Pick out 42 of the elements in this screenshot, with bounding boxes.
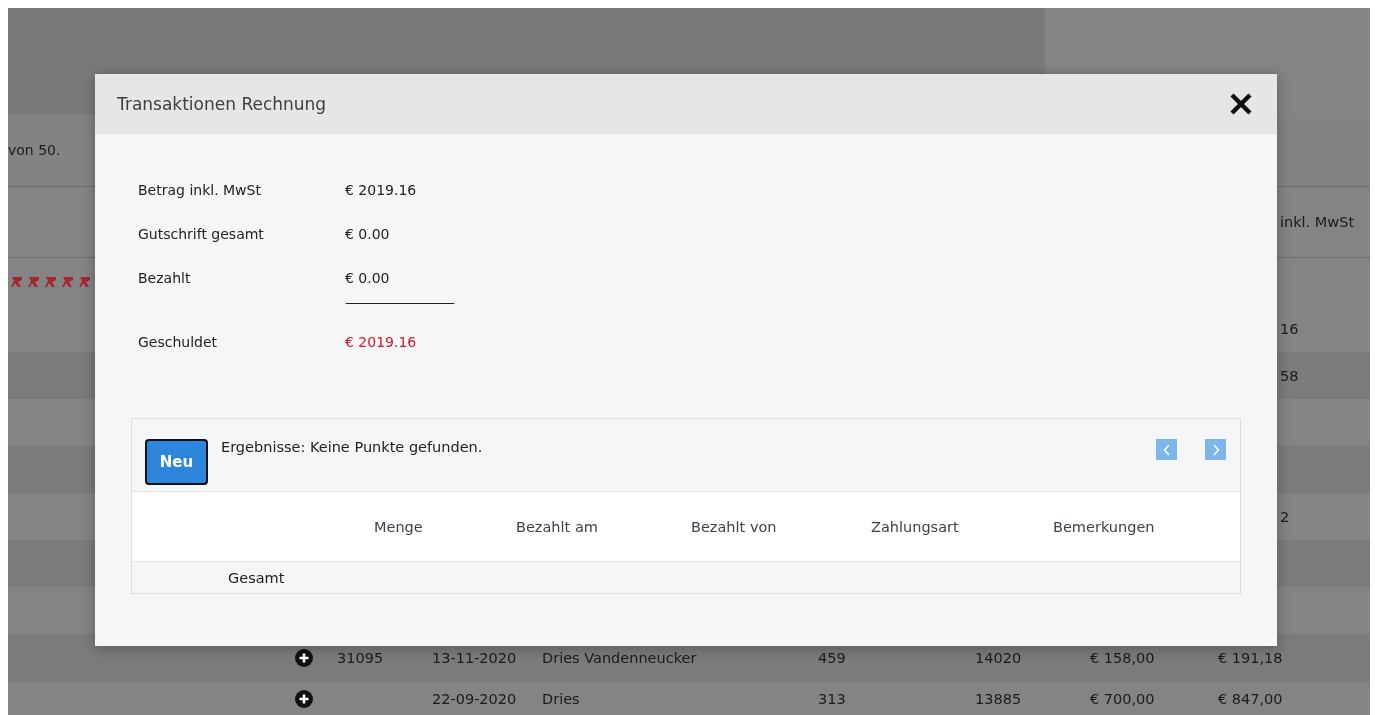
- table-cell-text: 16: [1280, 320, 1300, 337]
- table-cell-text: 31095: [337, 650, 385, 666]
- table-cell-text: 459: [818, 650, 847, 666]
- table-cell-text: 13-11-2020: [432, 650, 518, 666]
- summary-value: € 2019.16: [345, 182, 418, 198]
- summary-value: € 0.00: [345, 270, 391, 286]
- table-cell: € 847,00: [1218, 690, 1280, 707]
- table-cell-text: 2: [1280, 508, 1291, 525]
- table-cell-text: 14020: [975, 650, 1023, 666]
- table-cell-text: 13885: [975, 690, 1023, 707]
- close-icon: [1229, 92, 1253, 116]
- results-text: Ergebnisse: Keine Punkte gefunden.: [221, 439, 484, 455]
- column-header: inkl. MwSt: [1280, 214, 1356, 230]
- table-cell-text: 313: [818, 690, 847, 707]
- sum-rule: —————————: [345, 294, 455, 310]
- summary-label: Gutschrift gesamt: [138, 226, 265, 242]
- column-header: Bezahlt von: [691, 518, 778, 535]
- column-header: Bezahlt am: [516, 518, 599, 535]
- summary-label: Bezahlt: [138, 270, 192, 286]
- table-cell-text: Dries Vandenneucker: [542, 650, 698, 666]
- column-header: Bemerkungen: [1053, 518, 1156, 535]
- summary-value: € 2019.16: [345, 334, 418, 350]
- dialog-title: Transaktionen Rechnung: [117, 94, 327, 114]
- pagination-text: von 50.: [8, 141, 61, 158]
- table-cell-text: € 700,00: [1090, 690, 1156, 707]
- summary-label: Betrag inkl. MwSt: [138, 182, 262, 198]
- table-cell: € 191,18: [1218, 650, 1280, 666]
- close-button[interactable]: [1229, 92, 1253, 116]
- summary-label: Geschuldet: [138, 334, 219, 350]
- column-header: Zahlungsart: [871, 518, 960, 535]
- new-button[interactable]: Neu: [145, 439, 208, 485]
- total-label: Gesamt: [228, 569, 285, 586]
- chevron-left-icon: [1162, 443, 1171, 456]
- expand-icon[interactable]: [295, 649, 313, 667]
- chevron-right-icon: [1211, 443, 1220, 456]
- summary-value: € 0.00: [345, 226, 391, 242]
- table-cell-text: 22-09-2020: [432, 690, 518, 707]
- table-cell-text: € 158,00: [1090, 650, 1156, 666]
- column-header: Menge: [374, 518, 424, 535]
- table-cell-text: Dries: [542, 690, 581, 707]
- table-cell-text: 58: [1280, 367, 1300, 384]
- expand-icon[interactable]: [295, 689, 313, 708]
